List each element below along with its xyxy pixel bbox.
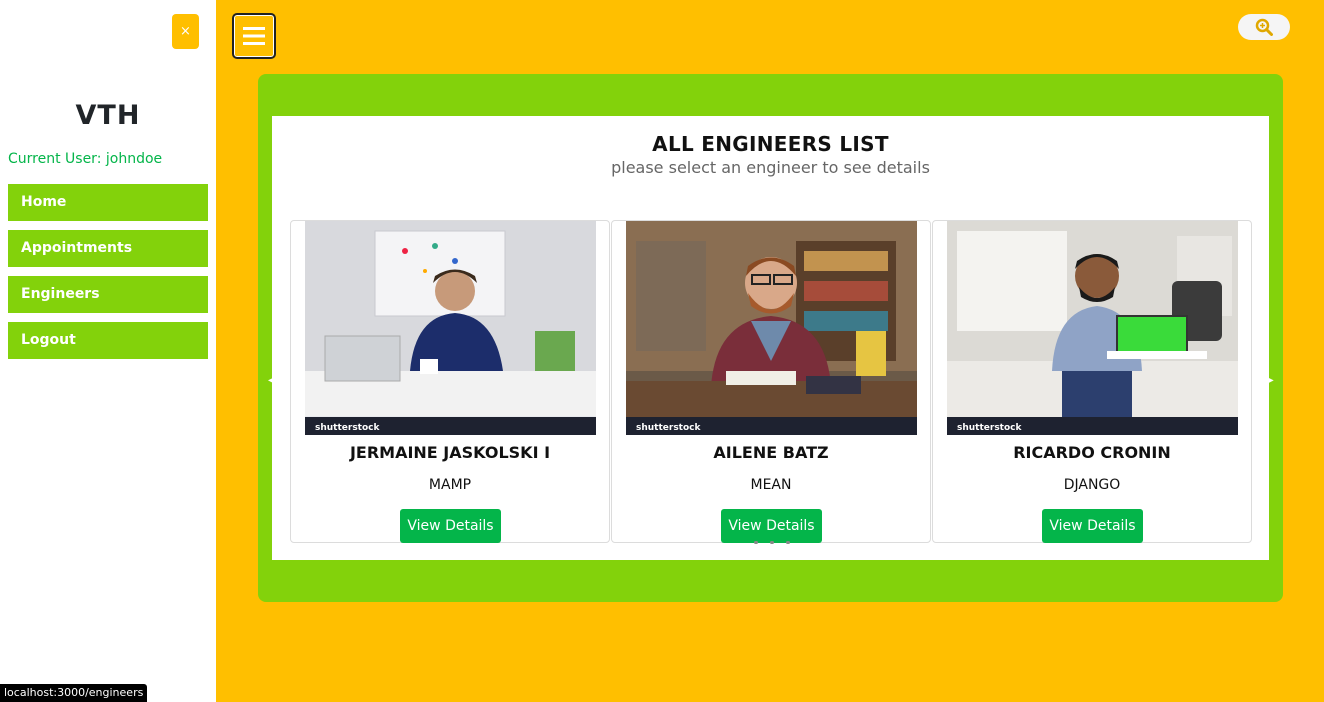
- engineer-skill: DJANGO: [1063, 477, 1121, 493]
- engineer-name: RICARDO CRONIN: [1013, 443, 1171, 462]
- view-details-button[interactable]: View Details: [1042, 509, 1143, 543]
- engineer-name: JERMAINE JASKOLSKI I: [349, 443, 551, 462]
- brand-title: VTH: [75, 100, 141, 131]
- engineer-card: shutterstock RICARDO CRONIN DJANGO View …: [932, 220, 1252, 543]
- main-container: ALL ENGINEERS LIST please select an engi…: [258, 74, 1283, 602]
- engineer-photo: shutterstock: [626, 221, 917, 435]
- carousel-dot[interactable]: [770, 541, 774, 544]
- engineer-photo: shutterstock: [947, 221, 1238, 435]
- carousel-indicators: [742, 541, 802, 547]
- menu-toggle-button[interactable]: [232, 13, 276, 59]
- carousel-next-icon[interactable]: ▶: [1266, 376, 1274, 386]
- status-bar-url: localhost:3000/engineers: [0, 684, 148, 702]
- sidebar-nav: Home Appointments Engineers Logout: [8, 184, 208, 368]
- sidebar-item-home[interactable]: Home: [8, 184, 208, 221]
- view-details-button[interactable]: View Details: [721, 509, 822, 543]
- page-title: ALL ENGINEERS LIST: [652, 132, 889, 156]
- photo-watermark: shutterstock: [636, 423, 701, 433]
- view-details-button[interactable]: View Details: [400, 509, 501, 543]
- engineers-panel: ALL ENGINEERS LIST please select an engi…: [268, 116, 1274, 560]
- engineer-skill: MAMP: [428, 477, 472, 493]
- carousel-prev-icon[interactable]: ◀: [268, 376, 276, 386]
- engineer-carousel: shutterstock JERMAINE JASKOLSKI I MAMP V…: [290, 220, 1252, 543]
- photo-watermark: shutterstock: [315, 423, 380, 433]
- engineer-name: AILENE BATZ: [713, 443, 829, 462]
- search-button[interactable]: [1238, 14, 1290, 40]
- engineer-card: shutterstock JERMAINE JASKOLSKI I MAMP V…: [290, 220, 610, 543]
- search-icon: [1255, 18, 1273, 36]
- close-sidebar-button[interactable]: ×: [172, 14, 199, 49]
- carousel-dot[interactable]: [786, 541, 790, 544]
- engineer-photo: shutterstock: [305, 221, 596, 435]
- sidebar-item-engineers[interactable]: Engineers: [8, 276, 208, 313]
- carousel-dot[interactable]: [754, 541, 758, 544]
- engineer-card: shutterstock AILENE BATZ MEAN View Detai…: [611, 220, 931, 543]
- sidebar: × VTH Current User: johndoe Home Appoint…: [0, 0, 216, 702]
- photo-watermark: shutterstock: [957, 423, 1022, 433]
- engineer-skill: MEAN: [750, 477, 792, 493]
- sidebar-item-logout[interactable]: Logout: [8, 322, 208, 359]
- page-subtitle: please select an engineer to see details: [611, 158, 930, 177]
- sidebar-item-appointments[interactable]: Appointments: [8, 230, 208, 267]
- hamburger-icon: [243, 27, 265, 45]
- current-user-label: Current User: johndoe: [8, 151, 163, 167]
